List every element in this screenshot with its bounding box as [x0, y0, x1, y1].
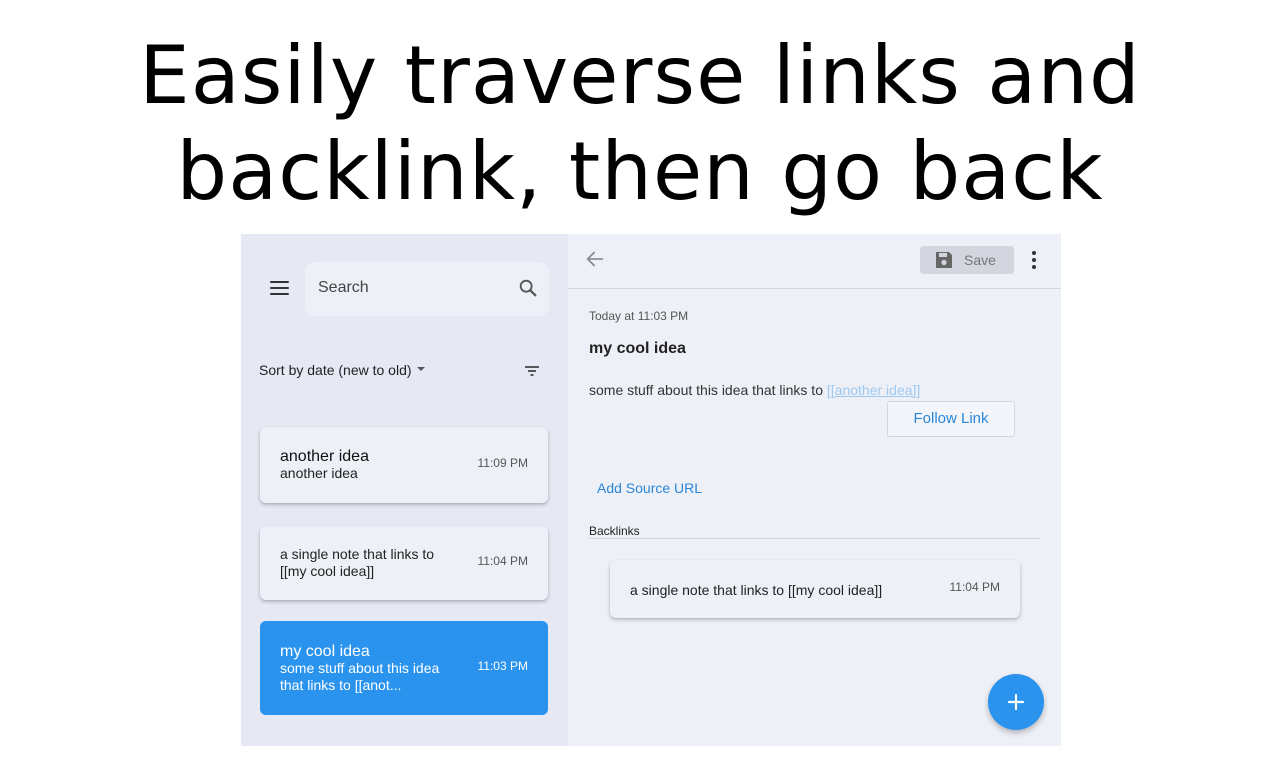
note-body-field[interactable]: some stuff about this idea that links to… — [589, 382, 920, 398]
note-card-preview: a single note that links to [[my cool id… — [280, 546, 435, 579]
more-vertical-icon[interactable] — [1024, 250, 1044, 272]
note-card-preview: another idea — [280, 465, 358, 481]
note-timestamp: Today at 11:03 PM — [589, 309, 689, 323]
floppy-disk-icon — [936, 252, 952, 268]
notes-sidebar: Search Sort by date (new to old) another… — [241, 234, 568, 746]
save-button[interactable]: Save — [920, 246, 1014, 274]
note-card-another-idea[interactable]: another idea another idea 11:09 PM — [260, 427, 548, 503]
headline-line-1: Easily traverse links and — [139, 29, 1141, 122]
backlink-card-text: a single note that links to [[my cool id… — [630, 582, 883, 598]
note-card-title: my cool idea — [280, 643, 370, 660]
backlink-card[interactable]: a single note that links to [[my cool id… — [610, 560, 1020, 618]
save-button-label: Save — [964, 252, 996, 268]
backlinks-heading: Backlinks — [589, 524, 640, 538]
sort-dropdown[interactable]: Sort by date (new to old) — [259, 362, 425, 378]
note-editor: Save Today at 11:03 PM my cool idea some… — [568, 234, 1061, 746]
notes-app-window: Search Sort by date (new to old) another… — [241, 234, 1061, 746]
arrow-left-icon[interactable] — [584, 248, 606, 270]
editor-toolbar: Save — [568, 234, 1061, 289]
headline: Easily traverse links and backlink, then… — [0, 28, 1280, 220]
search-icon[interactable] — [517, 277, 539, 299]
plus-icon — [1007, 693, 1025, 711]
search-placeholder: Search — [318, 279, 369, 296]
backlinks-divider — [589, 538, 1041, 539]
note-title-field[interactable]: my cool idea — [589, 340, 686, 358]
sort-dropdown-label: Sort by date (new to old) — [259, 362, 412, 378]
note-card-preview: some stuff about this idea that links to… — [280, 660, 440, 693]
note-inline-link[interactable]: [[another idea]] — [827, 382, 920, 398]
menu-icon[interactable] — [267, 278, 293, 298]
note-card-my-cool-idea[interactable]: my cool idea some stuff about this idea … — [260, 621, 548, 715]
headline-line-2: backlink, then go back — [176, 125, 1104, 218]
note-card-title: another idea — [280, 448, 369, 465]
note-card-time: 11:04 PM — [477, 554, 528, 568]
backlink-card-time: 11:04 PM — [949, 580, 1000, 594]
note-card-time: 11:03 PM — [477, 659, 528, 673]
filter-icon[interactable] — [524, 364, 540, 378]
add-note-button[interactable] — [988, 674, 1044, 730]
follow-link-button[interactable]: Follow Link — [887, 401, 1015, 437]
search-input[interactable]: Search — [305, 262, 549, 316]
add-source-url-button[interactable]: Add Source URL — [597, 480, 702, 496]
note-card-time: 11:09 PM — [477, 456, 528, 470]
note-card-single-note[interactable]: a single note that links to [[my cool id… — [260, 526, 548, 600]
caret-down-icon — [416, 367, 425, 372]
note-body-text: some stuff about this idea that links to — [589, 382, 823, 398]
